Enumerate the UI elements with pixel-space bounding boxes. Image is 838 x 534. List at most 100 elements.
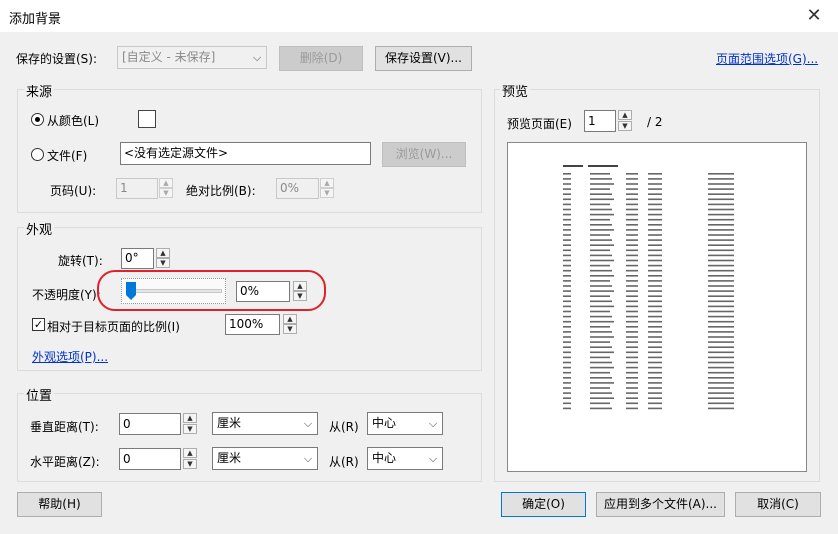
document-text-line — [648, 244, 662, 246]
document-text-line — [648, 193, 662, 195]
document-text-line — [590, 320, 614, 323]
document-text-line — [563, 407, 571, 410]
page-number-input[interactable]: 1 — [116, 178, 158, 199]
chevron-down-icon: ⌵ — [303, 452, 313, 465]
document-text-line — [648, 213, 662, 216]
appearance-options-link[interactable]: 外观选项(P)... — [32, 348, 108, 365]
close-icon[interactable]: ✕ — [790, 0, 838, 32]
document-text-line — [590, 351, 614, 354]
document-text-line — [708, 178, 734, 180]
document-text-line — [708, 361, 734, 364]
document-text-line — [648, 173, 662, 175]
rotation-input[interactable]: 0° — [121, 248, 154, 269]
ok-button[interactable]: 确定(O) — [501, 492, 586, 517]
vertical-distance-spinner[interactable]: ▲ ▼ — [183, 413, 197, 435]
document-text-line — [563, 397, 571, 399]
document-text-line — [590, 295, 610, 297]
document-text-line — [708, 351, 734, 354]
horizontal-unit-select[interactable]: 厘米 ⌵ — [212, 447, 318, 470]
document-text-line — [648, 310, 662, 313]
from-file-radio[interactable] — [31, 148, 44, 161]
document-text-line — [708, 280, 734, 282]
document-text-line — [708, 366, 734, 369]
document-text-line — [708, 203, 734, 206]
document-text-line — [563, 402, 571, 405]
document-text-line — [708, 234, 734, 236]
horizontal-distance-input[interactable]: 0 — [119, 448, 181, 470]
document-text-line — [590, 244, 614, 246]
document-text-line — [590, 387, 610, 389]
document-text-line — [626, 336, 638, 338]
absolute-scale-spinner[interactable]: ▲ ▼ — [320, 178, 334, 199]
document-text-line — [626, 402, 638, 405]
document-text-line — [563, 290, 571, 292]
preview-page-input[interactable]: 1 — [584, 110, 616, 132]
position-group-title: 位置 — [24, 385, 55, 404]
color-swatch[interactable] — [138, 110, 156, 128]
horizontal-from-select[interactable]: 中心 ⌵ — [367, 447, 443, 470]
help-button[interactable]: 帮助(H) — [17, 492, 102, 517]
document-text-line — [590, 275, 614, 277]
document-text-line — [626, 382, 638, 384]
preview-page-spinner[interactable]: ▲ ▼ — [618, 110, 632, 132]
vertical-unit-select[interactable]: 厘米 ⌵ — [212, 412, 318, 435]
document-text-line — [708, 336, 734, 338]
document-text-line — [590, 264, 610, 267]
document-text-line — [563, 173, 571, 175]
document-text-line — [708, 300, 734, 303]
document-text-line — [563, 264, 571, 267]
document-text-line — [626, 198, 638, 201]
apply-to-multiple-files-button[interactable]: 应用到多个文件(A)... — [596, 492, 725, 517]
rotation-label: 旋转(T): — [58, 254, 103, 268]
document-text-line — [563, 305, 571, 308]
document-text-line — [588, 165, 618, 167]
document-text-line — [626, 193, 638, 195]
document-text-line — [590, 361, 612, 364]
from-color-label: 从颜色(L) — [47, 114, 100, 128]
vertical-from-value: 中心 — [372, 416, 397, 430]
relative-scale-checkbox[interactable]: ✓ — [32, 318, 45, 331]
absolute-scale-input[interactable]: 0% — [276, 178, 319, 199]
page-number-spinner[interactable]: ▲ ▼ — [159, 178, 173, 199]
relative-scale-input[interactable]: 100% — [225, 314, 280, 335]
document-text-line — [563, 165, 583, 167]
rotation-spinner[interactable]: ▲ ▼ — [156, 248, 170, 269]
document-thumbnail-content — [563, 165, 734, 410]
vertical-distance-input[interactable]: 0 — [119, 413, 181, 435]
browse-button[interactable]: 浏览(W)... — [382, 142, 466, 167]
document-text-line — [590, 203, 610, 206]
horizontal-distance-spinner[interactable]: ▲ ▼ — [183, 448, 197, 470]
save-settings-button[interactable]: 保存设置(V)... — [375, 46, 472, 71]
document-text-line — [648, 392, 662, 394]
document-text-line — [648, 280, 662, 282]
document-text-line — [648, 361, 662, 364]
document-text-line — [590, 331, 612, 333]
document-text-line — [626, 208, 638, 211]
document-text-line — [708, 188, 734, 190]
vertical-from-select[interactable]: 中心 ⌵ — [367, 412, 443, 435]
document-text-line — [563, 326, 571, 328]
document-text-line — [590, 224, 612, 226]
page-range-options-link[interactable]: 页面范围选项(G)... — [716, 50, 818, 67]
document-text-line — [708, 249, 734, 252]
delete-button[interactable]: 删除(D) — [279, 46, 363, 71]
cancel-button[interactable]: 取消(C) — [735, 492, 821, 517]
document-text-line — [590, 173, 610, 175]
document-text-line — [648, 203, 662, 206]
document-text-line — [626, 295, 638, 297]
document-text-line — [708, 224, 734, 226]
document-text-line — [648, 341, 662, 343]
document-text-line — [708, 382, 734, 384]
saved-settings-select[interactable]: [自定义 - 未保存] ⌵ — [117, 46, 267, 69]
relative-scale-spinner[interactable]: ▲ ▼ — [283, 314, 297, 335]
document-text-line — [590, 280, 610, 282]
document-text-line — [626, 361, 638, 364]
document-text-line — [626, 275, 638, 277]
document-text-line — [590, 198, 614, 201]
document-text-line — [708, 331, 734, 333]
horizontal-distance-label: 水平距离(Z): — [30, 455, 100, 469]
document-text-line — [708, 229, 734, 231]
from-color-radio[interactable] — [31, 113, 44, 126]
document-text-line — [708, 397, 734, 399]
document-text-line — [626, 254, 638, 257]
